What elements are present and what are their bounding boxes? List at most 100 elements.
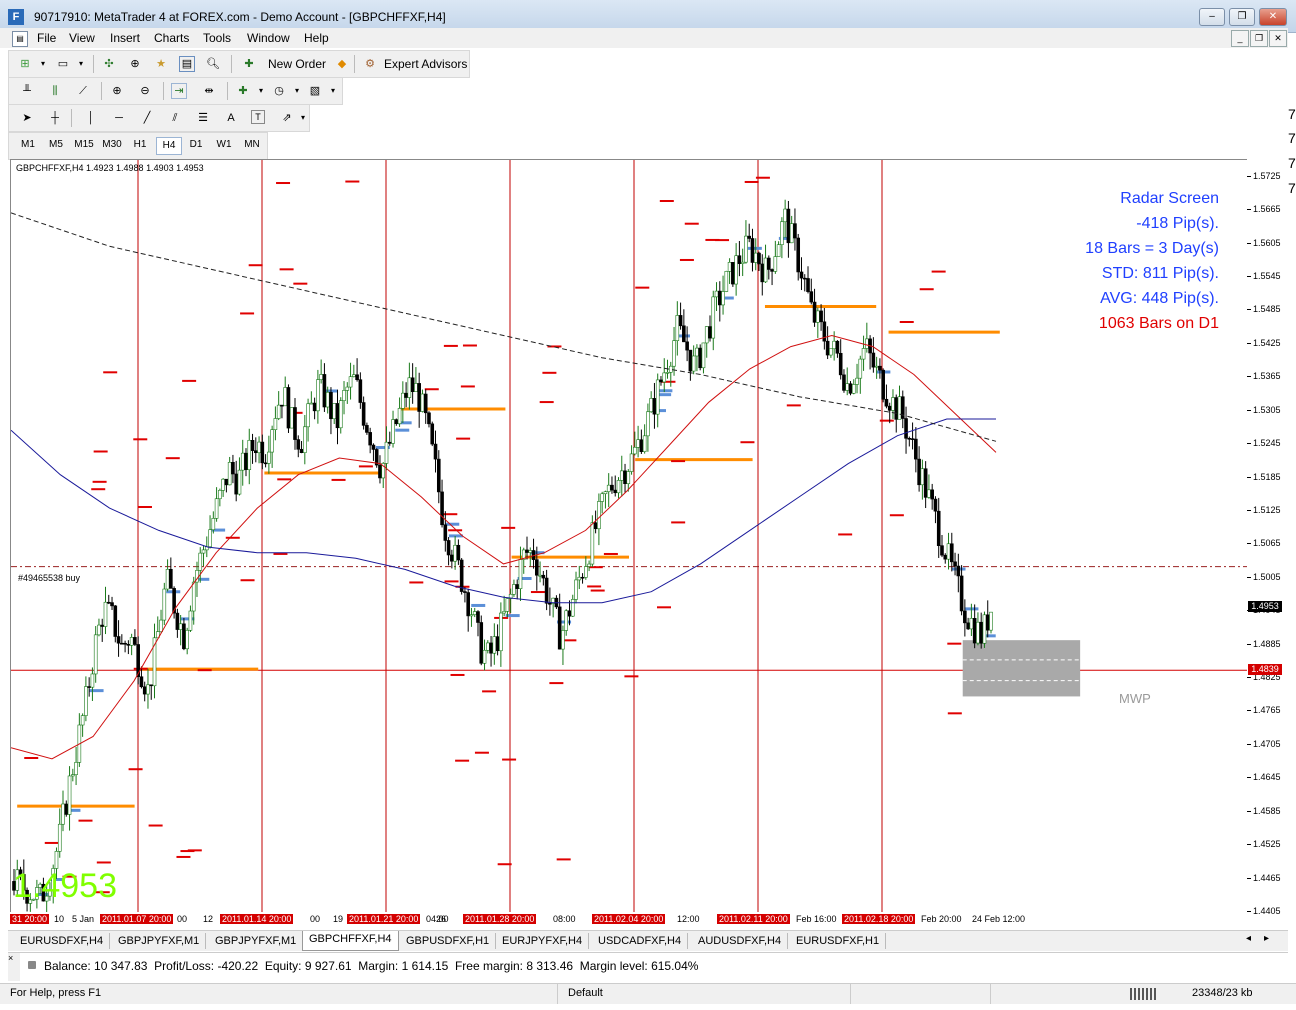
vertical-line-icon[interactable]: │ bbox=[83, 110, 99, 126]
fibonacci-retracement-icon[interactable]: ☰ bbox=[195, 110, 211, 126]
tab-eurusdfxf-h1[interactable]: EURUSDFXF,H1 bbox=[790, 933, 887, 949]
radar-screen-panel: Radar Screen -418 Pip(s). 18 Bars = 3 Da… bbox=[1085, 186, 1219, 336]
candle-body bbox=[407, 377, 412, 398]
line-chart-icon[interactable]: ⟋ bbox=[75, 83, 91, 99]
tab-gbpusdfxf-h1[interactable]: GBPUSDFXF,H1 bbox=[400, 933, 497, 949]
price-scale[interactable]: 1.5725 1.5665 1.5605 1.5545 1.5485 1.5425 1.53… bbox=[1247, 159, 1288, 916]
minimize-button[interactable]: – bbox=[1199, 8, 1225, 26]
profiles-icon[interactable]: ▭ bbox=[55, 56, 71, 72]
candle-body bbox=[84, 686, 88, 716]
timeframe-w1[interactable]: W1 bbox=[212, 137, 236, 153]
menu-insert[interactable]: Insert bbox=[110, 31, 140, 45]
new-order-button[interactable]: New Order bbox=[268, 57, 326, 71]
tab-usdcadfxf-h4[interactable]: USDCADFXF,H4 bbox=[592, 933, 689, 949]
menu-charts[interactable]: Charts bbox=[154, 31, 189, 45]
trendline-icon[interactable]: ╱ bbox=[139, 110, 155, 126]
menu-help[interactable]: Help bbox=[304, 31, 329, 45]
time-axis[interactable]: 31 20:00 5 Jan 2011.01.07 20:00 12 2011.01.1… bbox=[10, 912, 1248, 928]
text-label-icon[interactable]: T bbox=[251, 110, 265, 124]
crosshair-icon[interactable]: ┼ bbox=[47, 110, 63, 126]
candle-body bbox=[64, 803, 69, 815]
market-watch-icon[interactable]: ✣ bbox=[101, 56, 117, 72]
candle-body bbox=[361, 402, 366, 426]
strategy-tester-icon[interactable]: 🔍︎ bbox=[205, 56, 221, 72]
zoom-in-icon[interactable]: ⊕ bbox=[109, 83, 125, 99]
terminal-icon[interactable]: ▤ bbox=[179, 56, 195, 72]
navigator-icon[interactable]: ★ bbox=[153, 56, 169, 72]
time-label: 2011.02.18 20:00 bbox=[842, 914, 916, 924]
menu-file[interactable]: File bbox=[37, 31, 56, 45]
dropdown-arrow-icon[interactable]: ▾ bbox=[325, 83, 341, 99]
expert-advisors-button[interactable]: Expert Advisors bbox=[384, 57, 467, 71]
zoom-out-icon[interactable]: ⊖ bbox=[137, 83, 153, 99]
expert-advisors-state-icon[interactable]: ◆ bbox=[334, 56, 350, 72]
close-button[interactable]: ✕ bbox=[1259, 8, 1287, 26]
connection-status-icon[interactable] bbox=[1130, 988, 1156, 1000]
timeframe-h4[interactable]: H4 bbox=[156, 137, 182, 155]
indicators-icon[interactable]: ✚ bbox=[235, 83, 251, 99]
timeframe-mn[interactable]: MN bbox=[240, 137, 264, 153]
timeframe-h1[interactable]: H1 bbox=[128, 137, 152, 153]
dropdown-arrow-icon[interactable]: ▾ bbox=[253, 83, 269, 99]
menu-tools[interactable]: Tools bbox=[203, 31, 231, 45]
timeframe-d1[interactable]: D1 bbox=[184, 137, 208, 153]
dropdown-arrow-icon[interactable]: ▾ bbox=[295, 110, 311, 126]
timeframe-m15[interactable]: M15 bbox=[72, 137, 96, 153]
autoscroll-icon[interactable]: ⇥ bbox=[171, 83, 187, 99]
text-icon[interactable]: A bbox=[223, 110, 239, 126]
mdi-minimize-button[interactable]: _ bbox=[1231, 30, 1249, 47]
ma-red-line bbox=[11, 334, 997, 760]
chart-shift-icon[interactable]: ⇹ bbox=[201, 83, 217, 99]
candlestick-icon[interactable]: ⫼ bbox=[47, 83, 63, 99]
chart-document-icon[interactable]: ▤ bbox=[12, 31, 28, 47]
dropdown-arrow-icon[interactable]: ▾ bbox=[289, 83, 305, 99]
candle-body bbox=[936, 510, 941, 546]
terminal-close-icon[interactable]: × bbox=[8, 953, 20, 981]
candle-body bbox=[835, 340, 840, 354]
chart-canvas[interactable] bbox=[11, 160, 1247, 912]
horizontal-line-icon[interactable]: ─ bbox=[111, 110, 127, 126]
tab-eurjpyfxf-h4[interactable]: EURJPYFXF,H4 bbox=[496, 933, 590, 949]
tab-gbpjpyfxf-m1-2[interactable]: GBPJPYFXF,M1 bbox=[209, 933, 304, 949]
price-chart[interactable]: GBPCHFFXF,H4 1.4923 1.4988 1.4903 1.4953… bbox=[10, 159, 1248, 913]
candle-body bbox=[358, 379, 363, 403]
bar-chart-icon[interactable]: ╨ bbox=[19, 83, 35, 99]
mdi-close-button[interactable]: ✕ bbox=[1269, 30, 1287, 47]
tab-eurusdfxf-h4[interactable]: EURUSDFXF,H4 bbox=[14, 933, 111, 949]
new-chart-icon[interactable]: ⊞ bbox=[17, 56, 33, 72]
tab-scroll-left-icon[interactable]: ◂ bbox=[1246, 933, 1251, 944]
arrows-icon[interactable]: ⇗ bbox=[279, 110, 295, 126]
candle-body bbox=[250, 440, 255, 451]
candle-body bbox=[90, 673, 95, 688]
tab-gbpjpyfxf-m1[interactable]: GBPJPYFXF,M1 bbox=[112, 933, 207, 949]
tab-gbpchffxf-h4[interactable]: GBPCHFFXF,H4 bbox=[302, 931, 399, 951]
timeframe-m5[interactable]: M5 bbox=[44, 137, 68, 153]
dropdown-arrow-icon[interactable]: ▾ bbox=[35, 56, 51, 72]
tab-audusdfxf-h4[interactable]: AUDUSDFXF,H4 bbox=[692, 933, 789, 949]
expert-advisors-icon[interactable]: ⚙ bbox=[362, 56, 378, 72]
mdi-restore-button[interactable]: ❐ bbox=[1250, 30, 1268, 47]
candle-body bbox=[564, 610, 569, 631]
periods-icon[interactable]: ◷ bbox=[271, 83, 287, 99]
status-bar: For Help, press F1 Default 23348/23 kb bbox=[0, 983, 1296, 1004]
cursor-icon[interactable]: ➤ bbox=[19, 110, 35, 126]
menu-window[interactable]: Window bbox=[247, 31, 290, 45]
data-window-icon[interactable]: ⊕ bbox=[127, 56, 143, 72]
equidistant-channel-icon[interactable]: ⫽ bbox=[167, 110, 183, 126]
candle-body bbox=[247, 440, 252, 470]
tab-scroll-right-icon[interactable]: ▸ bbox=[1264, 933, 1269, 944]
timeframe-m1[interactable]: M1 bbox=[16, 137, 40, 153]
restore-button[interactable]: ❐ bbox=[1229, 8, 1255, 26]
menu-view[interactable]: View bbox=[69, 31, 95, 45]
dropdown-arrow-icon[interactable]: ▾ bbox=[73, 56, 89, 72]
candle-body bbox=[806, 278, 810, 292]
new-order-icon[interactable]: ✚ bbox=[241, 56, 257, 72]
candle-body bbox=[809, 291, 814, 303]
candle-body bbox=[750, 238, 755, 263]
timeframe-m30[interactable]: M30 bbox=[100, 137, 124, 153]
edge-digit: 7 bbox=[1288, 155, 1296, 171]
price-tick: 1.4705 bbox=[1253, 738, 1281, 749]
ma-blue-line bbox=[11, 418, 996, 604]
templates-icon[interactable]: ▧ bbox=[307, 83, 323, 99]
candle-body bbox=[237, 469, 242, 495]
